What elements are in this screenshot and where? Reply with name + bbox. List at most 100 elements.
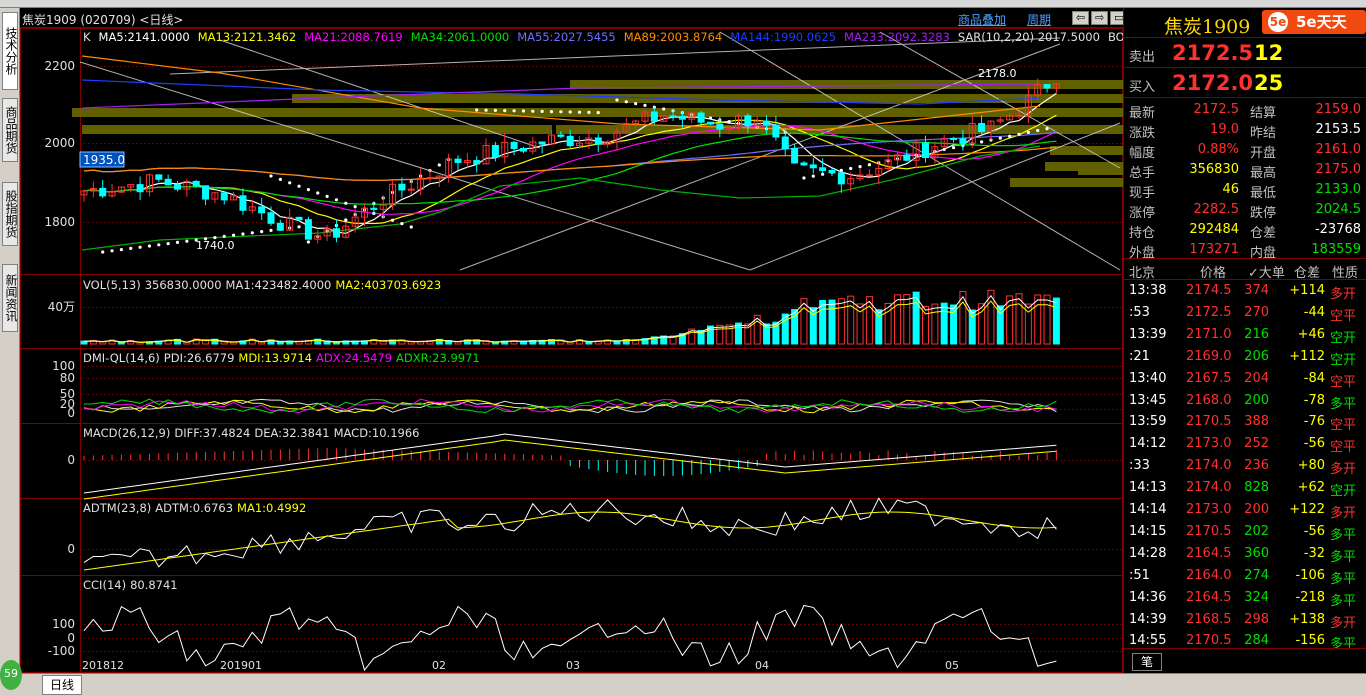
candle-body <box>744 115 752 127</box>
sar-dot <box>288 181 292 185</box>
site-logo[interactable]: 5e 5e天天 <box>1262 10 1366 34</box>
logo-icon: 5e <box>1268 12 1288 32</box>
ask-price: 2172.5 <box>1172 41 1254 65</box>
quote-label: 涨跌 <box>1129 126 1156 141</box>
trade-type: 空平 <box>1330 308 1357 324</box>
tab-index-futures[interactable]: 股指期货 <box>2 182 18 246</box>
trade-type: 多平 <box>1330 549 1357 565</box>
trades-header: 北京 价格 ✓大单 仓差 性质 <box>1124 258 1366 281</box>
trade-row[interactable]: 13:38 2174.5 374 +114 多开 <box>1124 280 1366 302</box>
trade-row[interactable]: 13:39 2171.0 216 +46 空开 <box>1124 324 1366 346</box>
indicator-value: ADXR:23.9971 <box>396 351 480 365</box>
candle-body <box>706 121 714 125</box>
sar-dot <box>129 246 133 250</box>
trade-row[interactable]: 14:36 2164.5 324 -218 多平 <box>1124 587 1366 609</box>
trade-volume: 236 <box>1244 458 1269 474</box>
sar-dot <box>577 110 582 114</box>
quote-row: 外盘 173271 内盘 183559 <box>1124 240 1366 261</box>
sar-dot <box>437 163 441 167</box>
sar-dot <box>634 102 638 106</box>
quote-value: 2024.5 <box>1315 202 1362 217</box>
trade-row[interactable]: 14:28 2164.5 360 -32 多平 <box>1124 543 1366 565</box>
indicator-value: MDI:13.9714 <box>238 351 312 365</box>
zoom-in-button[interactable]: ⇨ <box>1091 11 1109 25</box>
candle-body <box>454 158 462 163</box>
trade-row[interactable]: 13:40 2167.5 204 -84 空平 <box>1124 368 1366 390</box>
trade-type: 空平 <box>1330 374 1357 390</box>
trades-header-time: 北京 <box>1129 266 1156 281</box>
sar-dot <box>316 191 320 195</box>
candle-body <box>772 124 780 138</box>
moving-average-lines <box>81 55 1057 251</box>
candle-body <box>136 184 144 193</box>
trade-row[interactable]: 14:15 2170.5 202 -56 多平 <box>1124 521 1366 543</box>
trades-tab[interactable]: 笔 <box>1132 653 1162 671</box>
sar-dot <box>306 240 310 244</box>
indicator-name: ADTM(23,8) <box>83 501 151 515</box>
trade-row[interactable]: :33 2174.0 236 +80 多开 <box>1124 455 1366 477</box>
trade-row[interactable]: 13:59 2170.5 388 -76 空平 <box>1124 411 1366 433</box>
tab-technical-analysis[interactable]: 技术分析 <box>2 12 18 90</box>
quote-value: 2282.5 <box>1193 202 1240 217</box>
sar-dot <box>269 228 273 232</box>
ask-label: 卖出 <box>1129 50 1156 65</box>
indicator-name: MACD(26,12,9) <box>83 426 170 440</box>
trade-row[interactable]: 14:13 2174.0 828 +62 空开 <box>1124 477 1366 499</box>
indicator-value: MACD:10.1966 <box>334 426 420 440</box>
candle-body <box>258 206 266 214</box>
quote-value: 2161.0 <box>1315 142 1362 157</box>
trade-time: 14:13 <box>1129 480 1167 496</box>
y-axis-label: 1800 <box>44 215 75 229</box>
trade-volume: 206 <box>1244 348 1269 364</box>
bid-row[interactable]: 买入 2172.0 25 <box>1124 68 1366 98</box>
cci-title: CCI(14) 80.8741 <box>83 578 178 592</box>
trade-row[interactable]: :53 2172.5 270 -44 空平 <box>1124 302 1366 324</box>
trade-row[interactable]: 14:14 2173.0 200 +122 多开 <box>1124 499 1366 521</box>
trade-row[interactable]: 13:45 2168.0 200 -78 多平 <box>1124 390 1366 412</box>
trade-volume: 360 <box>1244 545 1269 561</box>
ma-info-item: MA13:2121.3462 <box>198 30 297 44</box>
indicator-value: ADTM:0.6763 <box>155 501 233 515</box>
ask-row[interactable]: 卖出 2172.5 12 <box>1124 38 1366 68</box>
vol-title: VOL(5,13) 356830.0000 MA1:423482.4000 MA2:4… <box>83 278 441 292</box>
period-link[interactable]: 周期 <box>1027 11 1051 28</box>
high-mark: 2178.0 <box>978 67 1017 80</box>
candle-body <box>781 136 789 150</box>
trade-row[interactable]: 14:12 2173.0 252 -56 空平 <box>1124 433 1366 455</box>
trade-type: 多平 <box>1330 396 1357 412</box>
trade-oi-change: -76 <box>1303 414 1325 430</box>
indicator-value: MA1:423482.4000 <box>226 278 332 292</box>
quote-label: 涨停 <box>1129 206 1156 221</box>
tab-news[interactable]: 新闻资讯 <box>2 264 18 332</box>
sar-dot <box>942 147 946 152</box>
trade-row[interactable]: :51 2164.0 274 -106 多平 <box>1124 565 1366 587</box>
sar-dot <box>1017 132 1021 136</box>
tab-commodity-futures[interactable]: 商品期货 <box>2 98 18 162</box>
candle-body <box>398 183 406 191</box>
zoom-out-button[interactable]: ⇦ <box>1072 11 1090 25</box>
quote-value: 2153.5 <box>1315 122 1362 137</box>
trade-row[interactable]: 14:39 2168.5 298 +138 多开 <box>1124 609 1366 631</box>
trade-time: :33 <box>1129 458 1150 474</box>
candle-body <box>426 177 434 180</box>
period-tab-daily[interactable]: 日线 <box>42 675 82 695</box>
compare-link[interactable]: 商品叠加 <box>958 11 1006 28</box>
trade-type: 空平 <box>1330 418 1357 434</box>
symbol-title: 焦炭1909 (020709) <日线> <box>22 13 184 27</box>
quote-value: 292484 <box>1189 222 1239 237</box>
volume-bar <box>940 302 948 345</box>
chart-panes[interactable]: 22002000180040万1008050200001000-100 1935… <box>20 28 1123 673</box>
volume-bar <box>847 295 855 345</box>
sar-dot <box>484 108 488 112</box>
trade-type: 多平 <box>1330 593 1357 609</box>
trade-time: 13:45 <box>1129 392 1167 408</box>
trades-header-volume: ✓大单 <box>1248 266 1285 281</box>
trade-volume: 204 <box>1244 370 1269 386</box>
indicator-value: MA2:403703.6923 <box>335 278 441 292</box>
sar-dot <box>1045 127 1049 131</box>
trade-row[interactable]: :21 2169.0 206 +112 空开 <box>1124 346 1366 368</box>
quote-value: 183559 <box>1311 242 1361 257</box>
quote-value: 173271 <box>1189 242 1239 257</box>
corner-badge: 59 <box>0 660 22 690</box>
ma-info-item: MA233:2092.3283 <box>844 30 950 44</box>
